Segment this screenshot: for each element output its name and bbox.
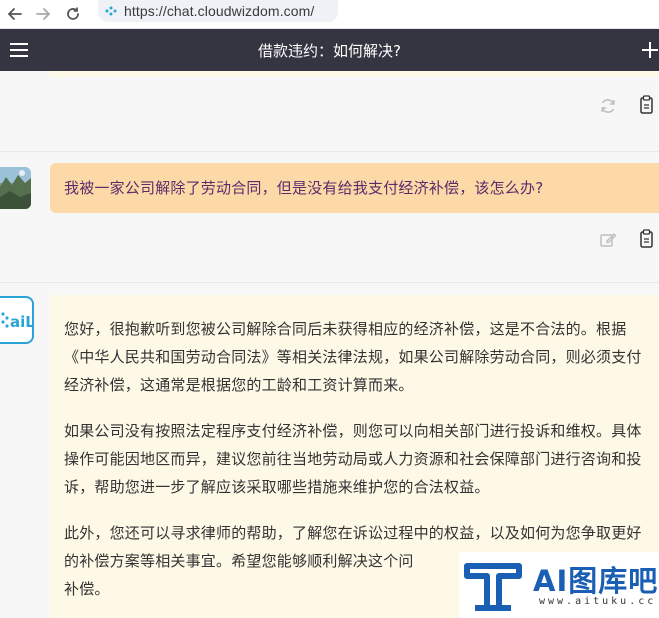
regenerate-icon[interactable]	[598, 96, 618, 116]
copy-icon[interactable]	[636, 95, 656, 115]
previous-ai-bubble-edge	[50, 71, 659, 77]
address-bar[interactable]: https://chat.cloudwizdom.com/	[98, 0, 338, 22]
user-message-text: 我被一家公司解除了劳动合同，但是没有给我支付经济补偿，该怎么办?	[64, 179, 544, 197]
user-avatar	[0, 167, 31, 209]
watermark-text: AI图库吧	[533, 564, 659, 598]
watermark: AI图库吧 www.aituku.cc	[459, 552, 659, 618]
chat-header: 借款违约：如何解决?	[0, 29, 659, 71]
ai-avatar: aiL	[0, 296, 34, 344]
browser-toolbar: https://chat.cloudwizdom.com/	[0, 0, 659, 29]
previous-message-area	[0, 71, 659, 151]
user-avatar-image	[0, 167, 31, 209]
copy-icon[interactable]	[636, 229, 656, 249]
assistant-paragraph: 如果公司没有按照法定程序支付经济补偿，则您可以向相关部门进行投诉和维权。具体操作…	[64, 422, 642, 496]
watermark-logo-icon	[464, 563, 522, 611]
back-arrow-icon[interactable]	[4, 3, 26, 25]
forward-arrow-icon[interactable]	[32, 3, 54, 25]
assistant-paragraph: 您好，很抱歉听到您被公司解除合同后未获得相应的经济补偿，这是不合法的。根据《中华…	[64, 320, 642, 394]
ai-logo-icon: aiL	[1, 312, 32, 331]
watermark-domain: www.aituku.cc	[539, 596, 657, 607]
cloudwizdom-favicon	[105, 6, 117, 16]
edit-icon[interactable]	[598, 230, 618, 250]
url-text: https://chat.cloudwizdom.com/	[124, 3, 315, 19]
user-message-bubble: 我被一家公司解除了劳动合同，但是没有给我支付经济补偿，该怎么办?	[50, 163, 659, 213]
ai-avatar-label: aiL	[10, 313, 32, 331]
chat-title: 借款违约：如何解决?	[258, 42, 401, 60]
plus-icon[interactable]	[641, 35, 659, 65]
reload-icon[interactable]	[62, 3, 84, 25]
